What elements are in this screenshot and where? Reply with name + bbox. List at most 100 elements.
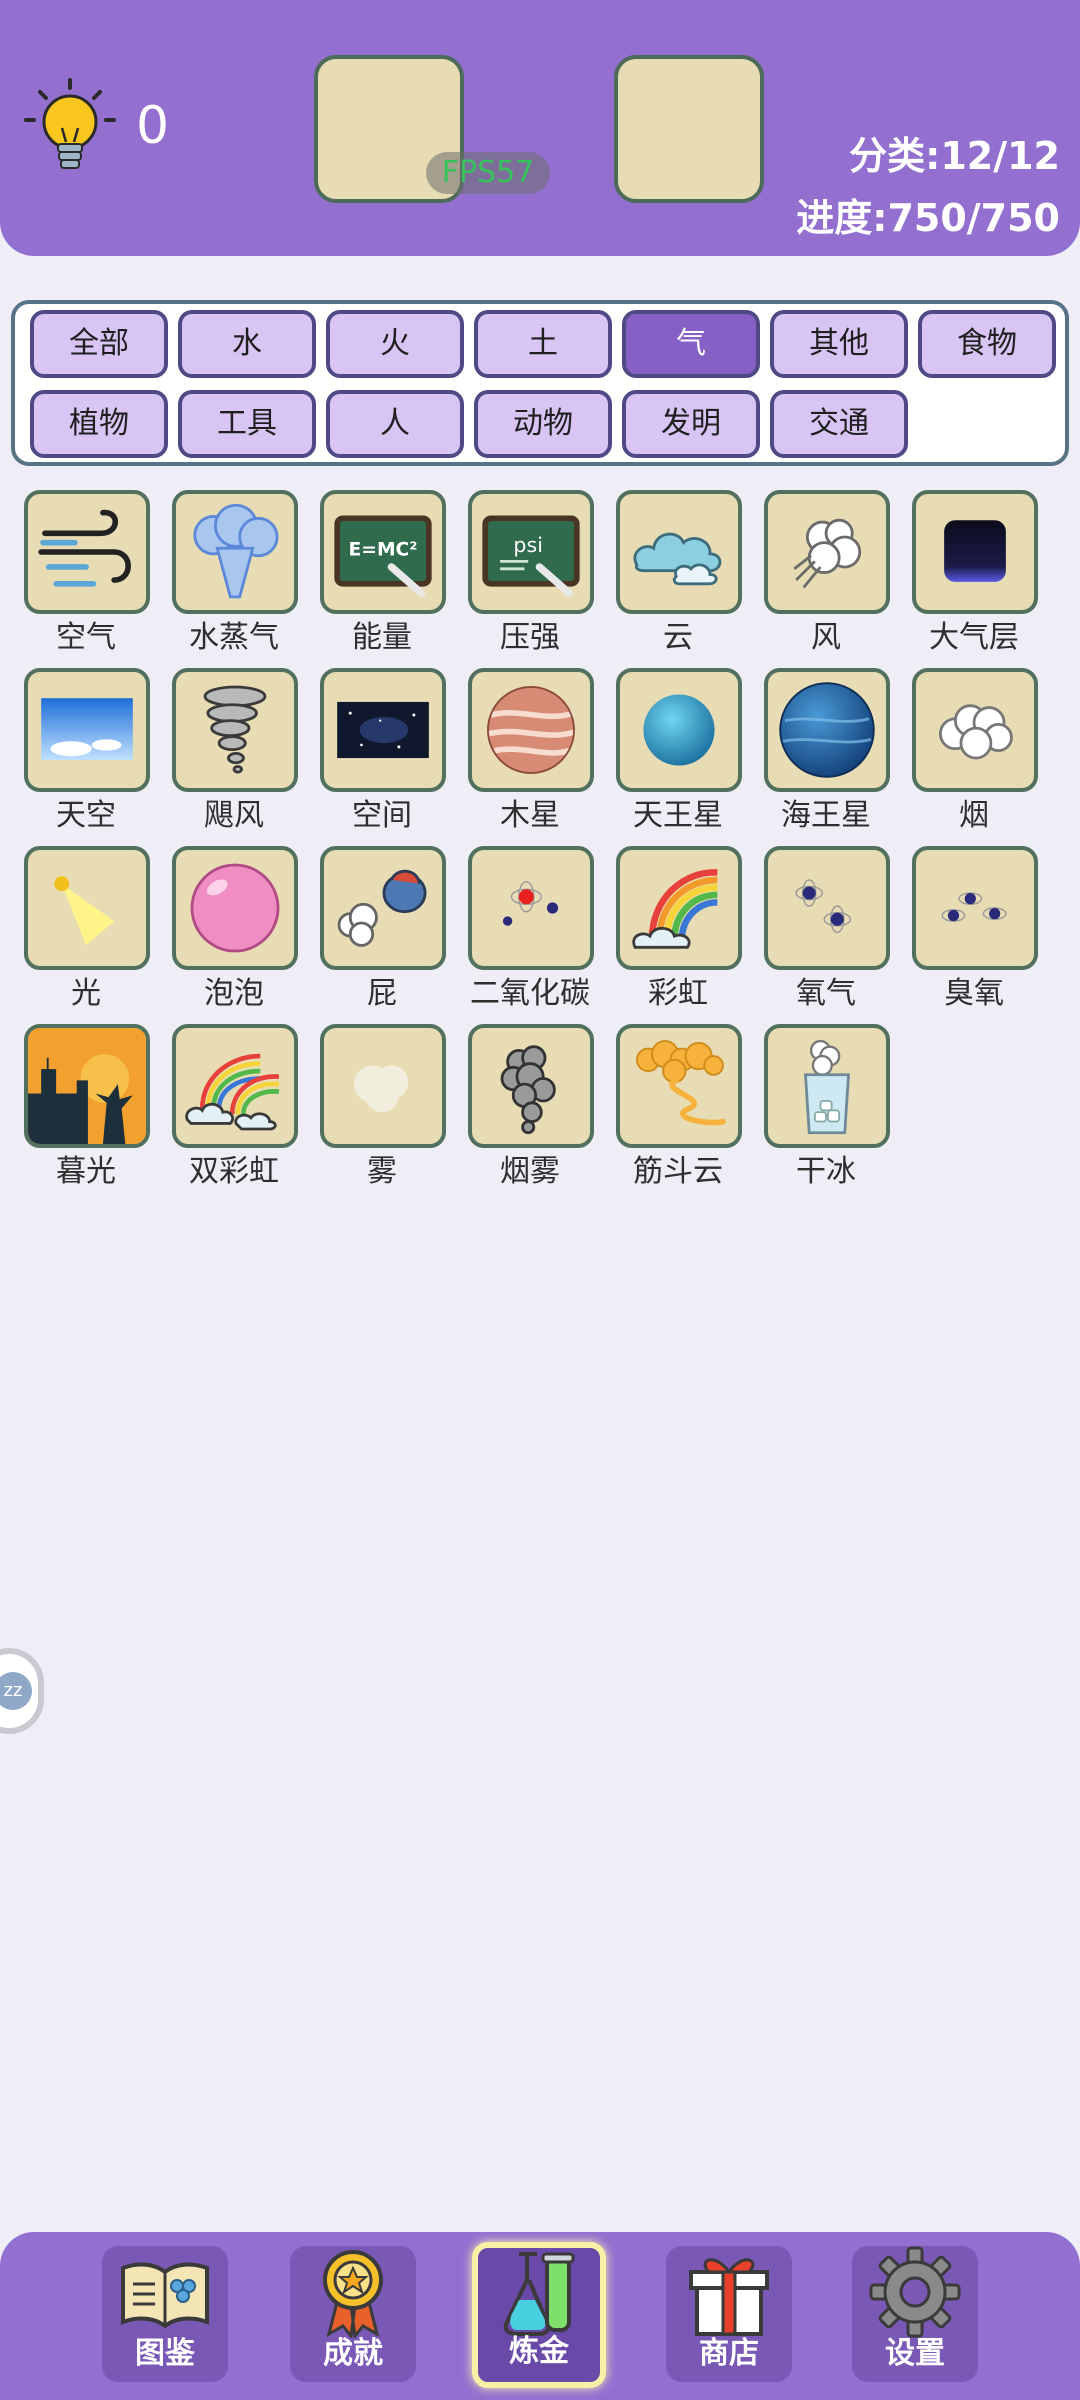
element-name: 筋斗云	[633, 1154, 723, 1189]
nav-settings-label: 设置	[885, 2336, 945, 2371]
dry-ice-icon	[764, 1024, 890, 1148]
filter-chip-air[interactable]: 气	[622, 310, 760, 378]
element-name: 空间	[352, 798, 412, 833]
nav-encyclopedia-label: 图鉴	[135, 2336, 195, 2371]
element-item[interactable]: 暮光	[12, 1020, 160, 1192]
element-item[interactable]: 云	[604, 486, 752, 658]
flask-icon	[489, 2246, 589, 2338]
category-stat: 分类:12/12	[849, 134, 1060, 178]
nav-achievements-label: 成就	[323, 2336, 383, 2371]
element-name: 风	[811, 620, 841, 655]
element-name: 雾	[367, 1154, 397, 1189]
element-item[interactable]: 彩虹	[604, 842, 752, 1014]
neptune-icon	[764, 668, 890, 792]
element-name: 飓风	[204, 798, 264, 833]
element-item[interactable]: 水蒸气	[160, 486, 308, 658]
element-item[interactable]: 二氧化碳	[456, 842, 604, 1014]
element-grid: 空气 水蒸气 E=MC² 能量 psi 压强 云 风 大气层 天空 飓风 空间 …	[0, 486, 1080, 1206]
element-item[interactable]: 屁	[308, 842, 456, 1014]
svg-text:psi: psi	[513, 533, 543, 557]
element-item[interactable]: 木星	[456, 664, 604, 836]
medal-icon	[303, 2246, 403, 2340]
element-item[interactable]: 双彩虹	[160, 1020, 308, 1192]
element-item[interactable]: 风	[752, 486, 900, 658]
atmosphere-icon	[912, 490, 1038, 614]
nav-shop[interactable]: 商店	[666, 2246, 792, 2382]
element-name: 大气层	[929, 620, 1019, 655]
filter-chip-invention[interactable]: 发明	[622, 390, 760, 458]
wind-icon	[764, 490, 890, 614]
element-item[interactable]: 泡泡	[160, 842, 308, 1014]
element-item[interactable]: 烟雾	[456, 1020, 604, 1192]
air-icon	[24, 490, 150, 614]
element-item[interactable]: 筋斗云	[604, 1020, 752, 1192]
filter-chip-all[interactable]: 全部	[30, 310, 168, 378]
filter-chip-other[interactable]: 其他	[770, 310, 908, 378]
element-item[interactable]: 天空	[12, 664, 160, 836]
element-item[interactable]: 海王星	[752, 664, 900, 836]
nav-encyclopedia[interactable]: 图鉴	[102, 2246, 228, 2382]
space-icon	[320, 668, 446, 792]
jupiter-icon	[468, 668, 594, 792]
combine-slot-right[interactable]	[614, 55, 764, 203]
energy-icon: E=MC²	[320, 490, 446, 614]
element-item[interactable]: 飓风	[160, 664, 308, 836]
element-name: 能量	[352, 620, 412, 655]
lightbulb-hint-icon[interactable]	[22, 78, 118, 182]
element-name: 泡泡	[204, 976, 264, 1011]
element-item[interactable]: 空间	[308, 664, 456, 836]
filter-chip-earth[interactable]: 土	[474, 310, 612, 378]
element-item[interactable]: 干冰	[752, 1020, 900, 1192]
element-name: 云	[663, 620, 693, 655]
element-item[interactable]: 氧气	[752, 842, 900, 1014]
element-name: 木星	[500, 798, 560, 833]
element-name: 二氧化碳	[470, 976, 590, 1011]
sleep-icon: zz	[0, 1672, 32, 1710]
element-name: 彩虹	[648, 976, 708, 1011]
filter-chip-human[interactable]: 人	[326, 390, 464, 458]
rainbow-icon	[616, 846, 742, 970]
carbon-dioxide-icon	[468, 846, 594, 970]
filter-chip-animal[interactable]: 动物	[474, 390, 612, 458]
hint-count: 0	[136, 96, 170, 156]
cloud-icon	[616, 490, 742, 614]
twilight-icon	[24, 1024, 150, 1148]
element-item[interactable]: psi 压强	[456, 486, 604, 658]
element-item[interactable]: 臭氧	[900, 842, 1048, 1014]
uranus-icon	[616, 668, 742, 792]
gift-icon	[679, 2246, 779, 2338]
svg-text:E=MC²: E=MC²	[349, 540, 418, 561]
element-item[interactable]: 烟	[900, 664, 1048, 836]
element-item[interactable]: 天王星	[604, 664, 752, 836]
nav-settings[interactable]: 设置	[852, 2246, 978, 2382]
side-floating-button[interactable]: zz	[0, 1648, 44, 1734]
filter-chip-plant[interactable]: 植物	[30, 390, 168, 458]
smoke-icon	[912, 668, 1038, 792]
gear-icon	[865, 2246, 965, 2338]
somersault-cloud-icon	[616, 1024, 742, 1148]
filter-chip-food[interactable]: 食物	[918, 310, 1056, 378]
filter-chip-water[interactable]: 水	[178, 310, 316, 378]
nav-alchemy-label: 炼金	[509, 2334, 569, 2369]
element-name: 海王星	[781, 798, 871, 833]
nav-alchemy[interactable]: 炼金	[472, 2242, 606, 2388]
element-item[interactable]: 光	[12, 842, 160, 1014]
filter-chip-transport[interactable]: 交通	[770, 390, 908, 458]
element-name: 烟	[959, 798, 989, 833]
element-item[interactable]: 大气层	[900, 486, 1048, 658]
fps-counter: FPS57	[426, 152, 550, 194]
steam-icon	[172, 490, 298, 614]
oxygen-icon	[764, 846, 890, 970]
bubble-icon	[172, 846, 298, 970]
smog-icon	[468, 1024, 594, 1148]
element-item[interactable]: 空气	[12, 486, 160, 658]
filter-chip-tool[interactable]: 工具	[178, 390, 316, 458]
element-name: 压强	[500, 620, 560, 655]
filter-chip-fire[interactable]: 火	[326, 310, 464, 378]
element-item[interactable]: 雾	[308, 1020, 456, 1192]
ozone-icon	[912, 846, 1038, 970]
element-name: 暮光	[56, 1154, 116, 1189]
element-item[interactable]: E=MC² 能量	[308, 486, 456, 658]
nav-achievements[interactable]: 成就	[290, 2246, 416, 2382]
element-name: 双彩虹	[189, 1154, 279, 1189]
